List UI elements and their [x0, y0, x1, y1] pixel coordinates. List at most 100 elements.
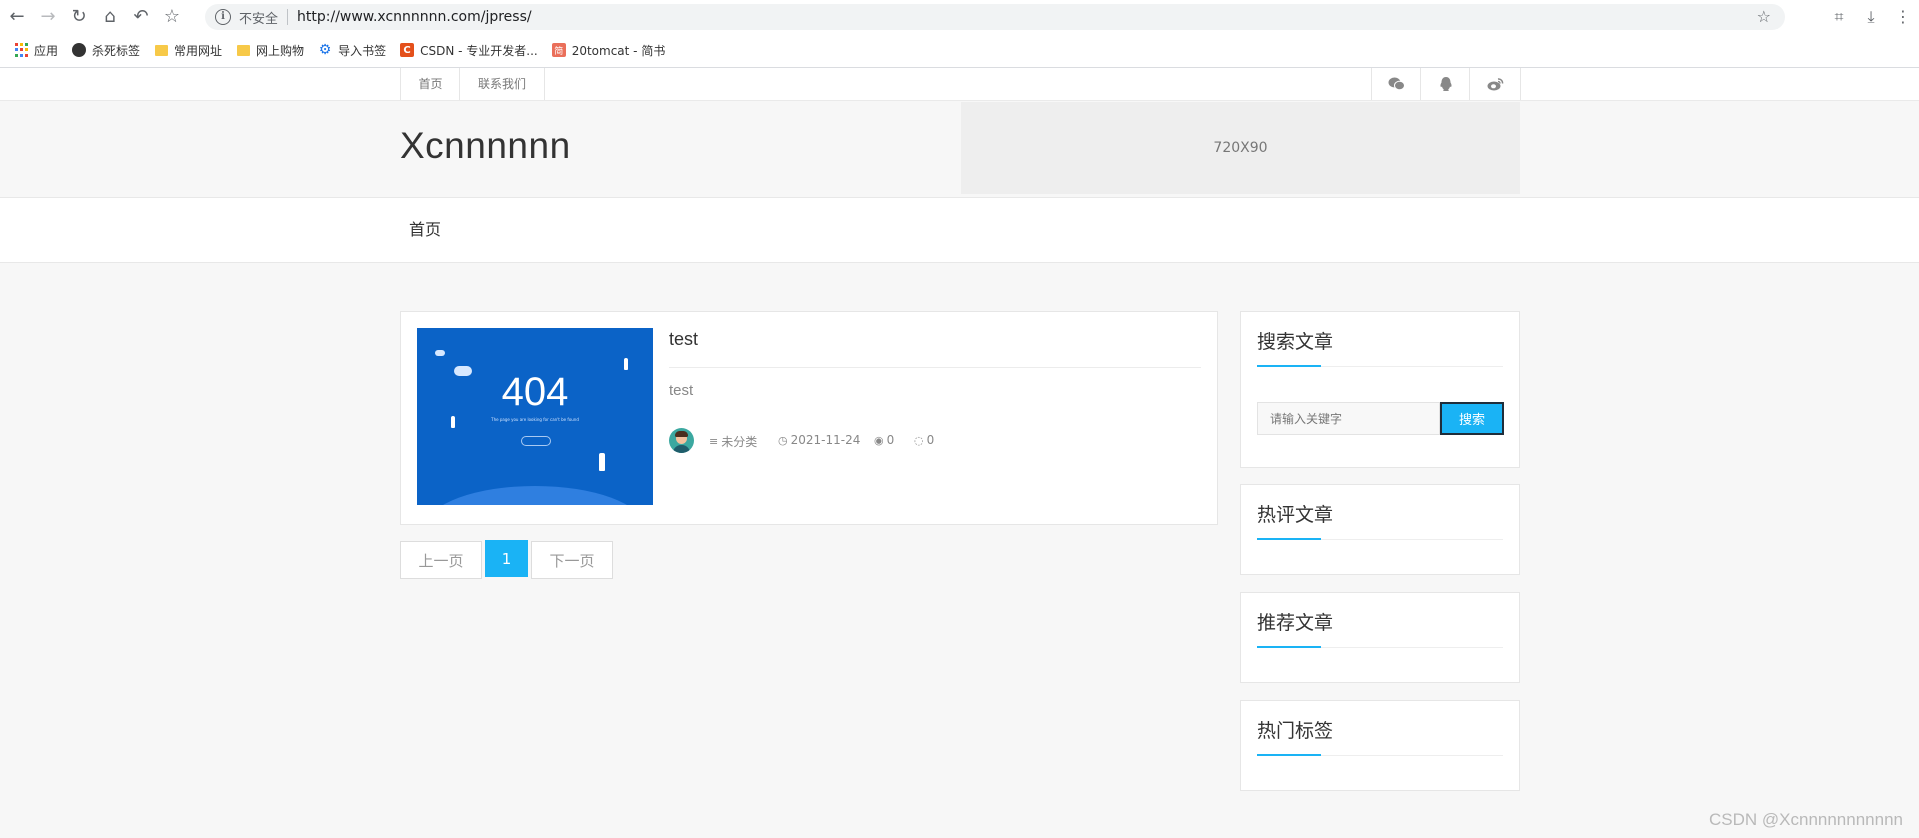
article-card: 404 The page you are looking for can't b… — [400, 311, 1218, 525]
author-avatar[interactable] — [669, 428, 694, 453]
date-label: 2021-11-24 — [790, 433, 861, 447]
gear-icon: ⚙ — [318, 42, 332, 58]
security-label: 不安全 — [239, 11, 279, 27]
browser-toolbar: ← → ↻ ⌂ ↶ ☆ i 不安全 http://www.xcnnnnnn.co… — [0, 0, 1919, 33]
bookmark-jianshu[interactable]: 简 20tomcat - 简书 — [551, 42, 666, 59]
url-text[interactable]: http://www.xcnnnnnn.com/jpress/ — [297, 9, 532, 25]
bookmarks-bar: 应用 杀死标签 常用网址 网上购物 ⚙ 导入书签 C CSDN - 专业开发者.… — [0, 33, 1919, 68]
bookmark-apps[interactable]: 应用 — [14, 42, 58, 59]
bookmark-label: 杀死标签 — [92, 43, 141, 58]
article-comments[interactable]: ◌ 0 — [914, 433, 934, 447]
csdn-watermark: CSDN @Xcnnnnnnnnnnn — [1709, 810, 1903, 829]
star-icon[interactable]: ☆ — [1757, 7, 1771, 26]
download-icon[interactable]: ⤓ — [1855, 7, 1887, 27]
article-date: ◷ 2021-11-24 — [778, 433, 860, 447]
qq-button[interactable] — [1420, 68, 1470, 100]
prev-page-button[interactable]: 上一页 — [400, 541, 482, 579]
wechat-icon — [1388, 77, 1405, 91]
hot-comment-widget: 热评文章 — [1240, 484, 1520, 575]
cloud-decoration — [435, 350, 445, 356]
globe-icon — [72, 43, 87, 57]
wechat-button[interactable] — [1371, 68, 1421, 100]
eye-icon: ◉ — [874, 433, 884, 447]
search-widget: 搜索文章 搜索 — [1240, 311, 1520, 468]
ad-banner-placeholder[interactable]: 720X90 — [961, 102, 1520, 194]
comments-count: 0 — [926, 433, 935, 447]
undo-icon: ↶ — [133, 6, 149, 27]
home-button[interactable]: ⌂ — [96, 3, 124, 31]
bookmark-label: 常用网址 — [174, 43, 223, 58]
weibo-button[interactable] — [1469, 68, 1521, 100]
recommended-widget: 推荐文章 — [1240, 592, 1520, 683]
list-icon: ≡ — [709, 435, 719, 448]
clock-icon: ◷ — [778, 433, 788, 447]
folder-icon — [154, 44, 168, 56]
article-views: ◉ 0 — [874, 433, 894, 447]
recommended-title: 推荐文章 — [1257, 612, 1334, 634]
topbar-link-contact[interactable]: 联系我们 — [459, 68, 545, 100]
menu-dots-icon[interactable]: ⋮ — [1887, 7, 1919, 26]
thumbnail-404-text: 404 — [501, 370, 569, 414]
site-title[interactable]: Xcnnnnnn — [400, 125, 571, 167]
site-topbar: 首页 联系我们 — [0, 68, 1919, 101]
comment-icon: ◌ — [914, 433, 924, 447]
article-category[interactable]: ≡ 未分类 — [709, 433, 757, 450]
search-widget-title: 搜索文章 — [1257, 331, 1334, 353]
star-outline-icon: ☆ — [163, 6, 181, 27]
next-page-button[interactable]: 下一页 — [531, 541, 613, 579]
bookmark-kill-tab[interactable]: 杀死标签 — [72, 42, 140, 59]
address-separator — [287, 9, 289, 25]
reload-icon: ↻ — [71, 6, 87, 27]
hot-comment-title: 热评文章 — [1257, 504, 1334, 526]
views-count: 0 — [886, 433, 895, 447]
arrow-right-icon: → — [40, 6, 56, 27]
search-input[interactable] — [1257, 402, 1440, 435]
browser-right-tools: ⌗ ⤓ ⋮ — [1823, 0, 1919, 33]
undo-button[interactable]: ↶ — [127, 3, 155, 31]
arrow-left-icon: ← — [9, 6, 25, 27]
main-navigation: 首页 — [0, 198, 1919, 263]
home-icon: ⌂ — [104, 6, 116, 27]
qq-icon — [1439, 77, 1452, 91]
page-1-button[interactable]: 1 — [485, 540, 528, 577]
topbar-link-home[interactable]: 首页 — [400, 68, 460, 100]
widget-accent-bar — [1257, 754, 1321, 756]
address-bar[interactable]: i 不安全 http://www.xcnnnnnn.com/jpress/ ☆ — [205, 4, 1785, 30]
hot-tags-title: 热门标签 — [1257, 720, 1334, 742]
bookmark-common-sites[interactable]: 常用网址 — [154, 42, 222, 59]
earth-decoration — [427, 486, 643, 505]
apps-grid-icon — [14, 43, 28, 57]
search-button[interactable]: 搜索 — [1440, 402, 1504, 435]
bookmark-star-button[interactable]: ☆ — [158, 3, 186, 31]
bookmark-csdn[interactable]: C CSDN - 专业开发者... — [400, 42, 538, 59]
bookmark-label: 应用 — [34, 43, 59, 58]
hot-tags-widget: 热门标签 — [1240, 700, 1520, 791]
widget-accent-bar — [1257, 538, 1321, 540]
bookmark-label: 网上购物 — [256, 43, 305, 58]
folder-icon — [236, 44, 250, 56]
category-label: 未分类 — [721, 435, 758, 449]
forward-button[interactable]: → — [34, 3, 62, 31]
back-button[interactable]: ← — [3, 3, 31, 31]
site-header: Xcnnnnnn 720X90 — [0, 101, 1919, 198]
rocket-decoration — [624, 358, 628, 370]
bookmark-shopping[interactable]: 网上购物 — [236, 42, 304, 59]
thumbnail-button-shape — [521, 436, 551, 446]
info-icon[interactable]: i — [215, 9, 231, 25]
bookmark-label: 导入书签 — [338, 43, 387, 58]
bookmark-label: 20tomcat - 简书 — [571, 43, 666, 58]
widget-accent-bar — [1257, 365, 1321, 367]
article-summary: test — [669, 382, 694, 399]
crop-icon[interactable]: ⌗ — [1823, 7, 1855, 27]
thumbnail-caption: The page you are looking for can't be fo… — [491, 417, 579, 422]
nav-item-home[interactable]: 首页 — [409, 198, 441, 262]
weibo-icon — [1487, 78, 1503, 91]
bookmark-import[interactable]: ⚙ 导入书签 — [318, 42, 386, 59]
article-thumbnail[interactable]: 404 The page you are looking for can't b… — [417, 328, 653, 505]
jianshu-logo-icon: 简 — [551, 43, 566, 57]
csdn-logo-icon: C — [400, 43, 415, 57]
rocket-decoration — [599, 453, 605, 471]
reload-button[interactable]: ↻ — [65, 3, 93, 31]
widget-accent-bar — [1257, 646, 1321, 648]
article-title[interactable]: test — [669, 329, 698, 350]
